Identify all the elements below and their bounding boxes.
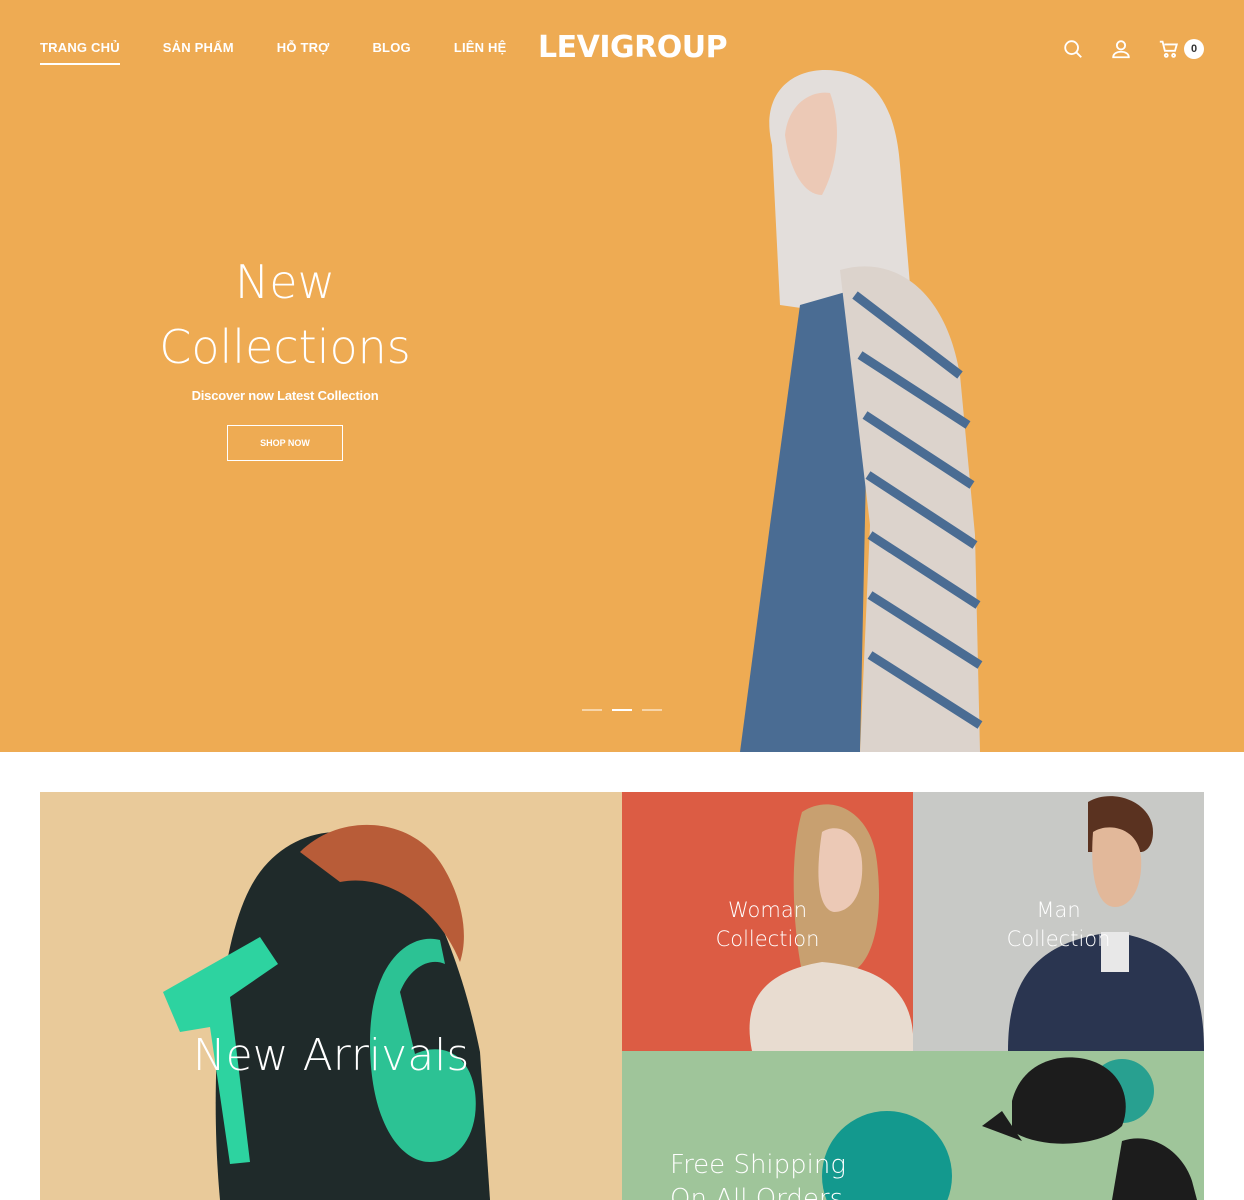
slider-dot[interactable] [582, 709, 602, 711]
slider-dot-active[interactable] [612, 709, 632, 711]
man-caption-line2: Collection [1006, 927, 1111, 951]
cart-icon [1159, 40, 1179, 58]
hero-subtitle: Discover now Latest Collection [191, 388, 379, 403]
man-collection-banner[interactable]: Man Collection [913, 792, 1204, 1051]
new-arrivals-caption: New Arrivals [192, 1030, 470, 1081]
woman-caption-line2: Collection [715, 927, 820, 951]
header-icons: 0 [1062, 38, 1204, 60]
nav-item-home[interactable]: TRANG CHỦ [40, 40, 120, 65]
hero-caption: New Collections Discover now Latest Coll… [140, 250, 430, 461]
woman-caption-line1: Woman [727, 898, 808, 922]
search-icon[interactable] [1062, 38, 1084, 60]
woman-collection-caption: Woman Collection [622, 896, 913, 954]
site-logo[interactable]: LEVIGROUP [538, 30, 728, 65]
ship-caption-line1: Free Shipping [670, 1150, 846, 1180]
main-nav: TRANG CHỦ SẢN PHẨM HỖ TRỢ BLOG LIÊN HỆ [40, 40, 550, 65]
nav-item-support[interactable]: HỖ TRỢ [277, 40, 330, 65]
new-arrivals-image [163, 824, 490, 1200]
shop-now-button[interactable]: SHOP NOW [227, 425, 343, 461]
nav-item-blog[interactable]: BLOG [372, 40, 410, 65]
hero-title-line2: Collections [159, 320, 411, 374]
nav-item-products[interactable]: SẢN PHẨM [163, 40, 234, 65]
man-collection-caption: Man Collection [913, 896, 1204, 954]
new-arrivals-banner[interactable]: New Arrivals [40, 792, 622, 1200]
slider-dots [582, 709, 662, 711]
hero-model-image [740, 70, 983, 752]
hero-title-line1: New [234, 255, 336, 309]
free-shipping-banner[interactable]: Free Shipping On All Orders [622, 1051, 1204, 1200]
user-icon[interactable] [1110, 38, 1132, 60]
nav-item-contact[interactable]: LIÊN HỆ [454, 40, 507, 65]
collection-banners: New Arrivals Woman Collection Man Collec… [40, 792, 1204, 1200]
ship-caption-line2: On All Orders [670, 1184, 844, 1200]
free-shipping-caption: Free Shipping On All Orders [670, 1148, 846, 1200]
cart-button[interactable]: 0 [1158, 38, 1204, 60]
woman-collection-banner[interactable]: Woman Collection [622, 792, 913, 1051]
man-caption-line1: Man [1036, 898, 1081, 922]
slider-dot[interactable] [642, 709, 662, 711]
cart-count-badge: 0 [1184, 39, 1204, 59]
hero-slider: TRANG CHỦ SẢN PHẨM HỖ TRỢ BLOG LIÊN HỆ L… [0, 0, 1244, 752]
